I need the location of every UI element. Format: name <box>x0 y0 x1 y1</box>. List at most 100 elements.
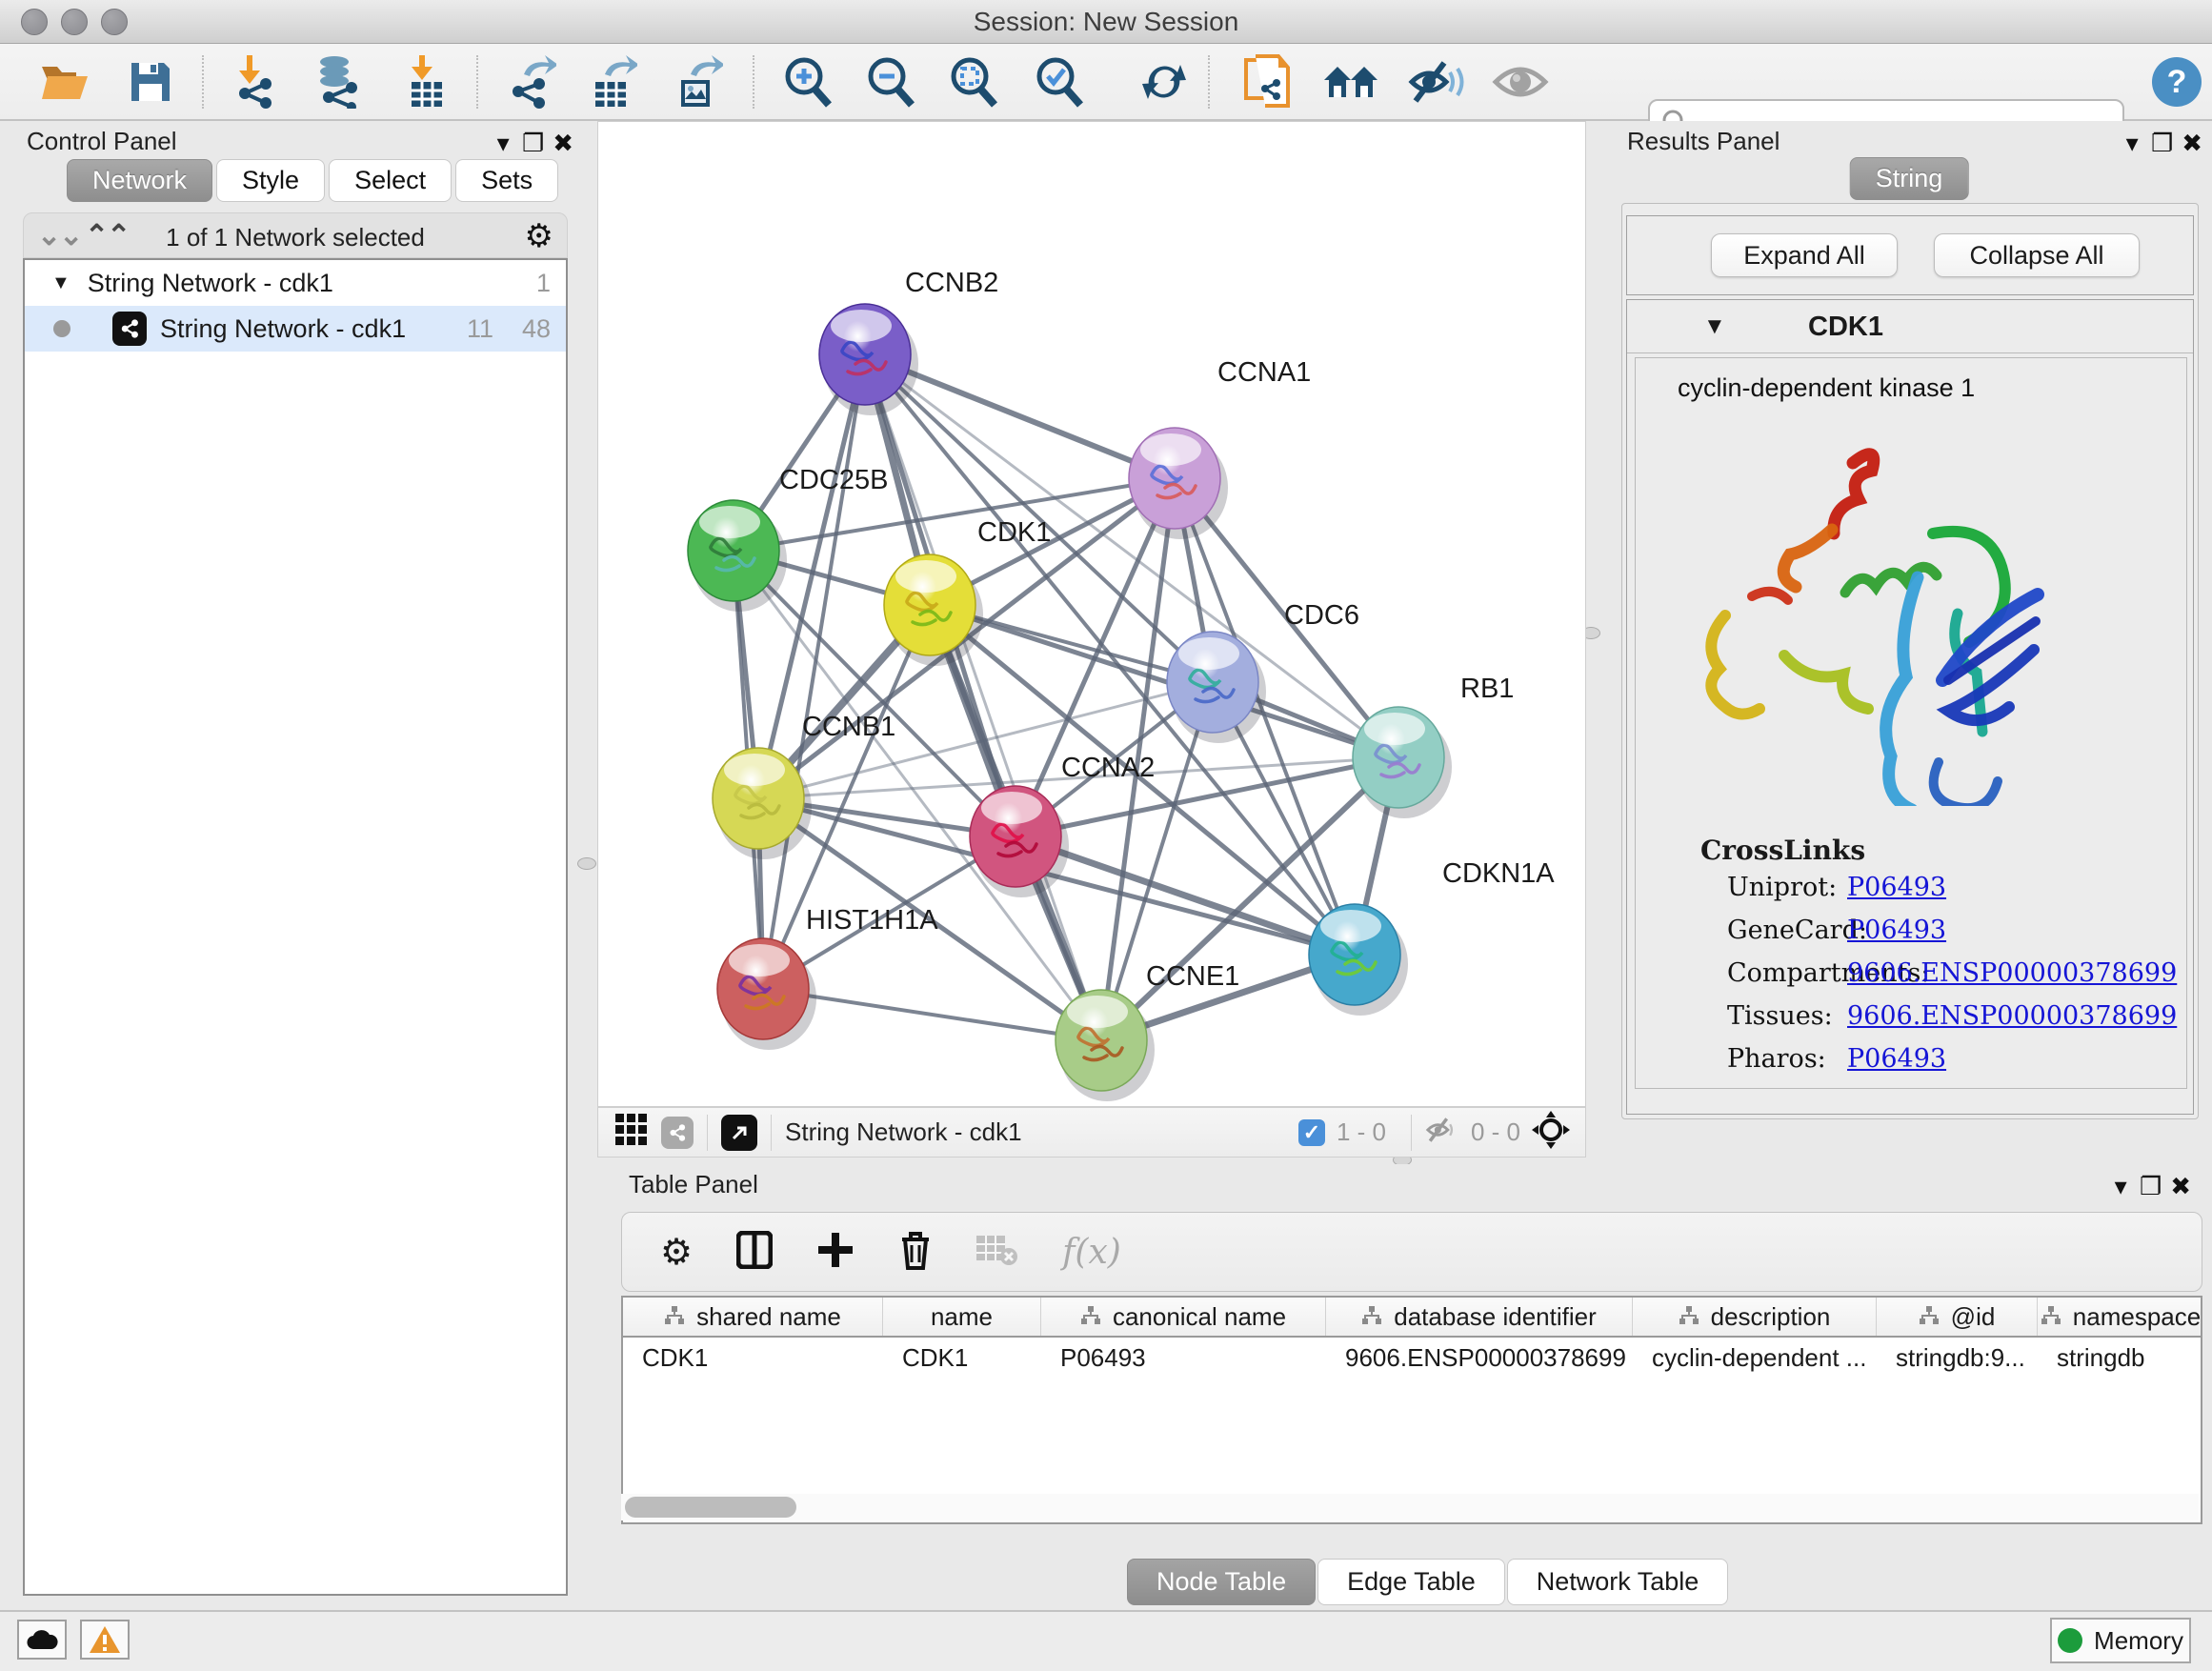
crosslink-link[interactable]: P06493 <box>1847 916 1946 945</box>
edge-CCNB2-RB1[interactable] <box>865 354 1398 757</box>
table-row[interactable]: CDK1CDK1P064939606.ENSP00000378699cyclin… <box>623 1338 2201 1378</box>
node-CCNA2[interactable] <box>970 786 1069 897</box>
collapse-triangle-icon[interactable]: ▼ <box>1703 313 1726 340</box>
open-session-icon[interactable] <box>36 53 93 111</box>
panel-float-icon[interactable]: ❐ <box>2151 129 2173 157</box>
node-CCNA1[interactable] <box>1129 428 1228 539</box>
fit-selected-crosshair-icon[interactable] <box>1532 1111 1570 1154</box>
crosslink-link[interactable]: 9606.ENSP00000378699 <box>1847 958 2177 988</box>
table-cell[interactable]: cyclin-dependent ... <box>1633 1338 1877 1378</box>
import-table-icon[interactable] <box>398 53 455 111</box>
collapse-triangle-icon[interactable]: ▼ <box>51 272 70 294</box>
table-cell[interactable]: stringdb:9... <box>1877 1338 2038 1378</box>
zoom-in-icon[interactable] <box>779 53 836 111</box>
tab-node-table[interactable]: Node Table <box>1127 1559 1316 1605</box>
edge-CCNB2-CCNE1[interactable] <box>865 354 1101 1040</box>
column-header-shared-name[interactable]: shared name <box>623 1298 883 1336</box>
table-horizontal-scrollbar[interactable] <box>621 1494 2199 1520</box>
show-columns-icon[interactable] <box>736 1231 773 1274</box>
save-session-icon[interactable] <box>122 53 179 111</box>
column-type-icon <box>1361 1302 1382 1332</box>
tab-sets[interactable]: Sets <box>455 159 558 202</box>
collapse-all-button[interactable]: Collapse All <box>1934 233 2140 277</box>
node-CDKN1A[interactable] <box>1309 904 1408 1016</box>
network-options-gear-icon[interactable]: ⚙ <box>525 217 553 255</box>
node-count: 11 <box>467 314 493 344</box>
panel-float-icon[interactable]: ❐ <box>2140 1172 2162 1200</box>
column-header-namespace[interactable]: namespace <box>2038 1298 2202 1336</box>
import-network-icon[interactable] <box>229 53 286 111</box>
hide-selected-icon[interactable] <box>1408 53 1465 111</box>
node-CDC25B[interactable] <box>688 500 787 612</box>
panel-close-icon[interactable]: ✖ <box>2182 129 2202 157</box>
panel-float-icon[interactable]: ❐ <box>522 129 544 157</box>
table-options-gear-icon[interactable]: ⚙ <box>660 1231 693 1274</box>
cloud-tasks-button[interactable] <box>17 1620 67 1660</box>
birdseye-grid-icon[interactable] <box>615 1114 648 1151</box>
tab-edge-table[interactable]: Edge Table <box>1317 1559 1505 1605</box>
crosslink-link[interactable]: 9606.ENSP00000378699 <box>1847 1001 2177 1031</box>
table-cell[interactable]: CDK1 <box>883 1338 1041 1378</box>
node-CDK1[interactable] <box>884 554 983 666</box>
table-cell[interactable]: 9606.ENSP00000378699 <box>1326 1338 1633 1378</box>
panel-close-icon[interactable]: ✖ <box>2170 1172 2191 1200</box>
column-header-description[interactable]: description <box>1633 1298 1877 1336</box>
table-cell[interactable]: CDK1 <box>623 1338 883 1378</box>
node-RB1[interactable] <box>1353 707 1452 818</box>
delete-column-icon[interactable] <box>898 1230 933 1275</box>
expand-all-button[interactable]: Expand All <box>1711 233 1898 277</box>
zoom-selected-icon[interactable] <box>1031 53 1088 111</box>
tab-network-table[interactable]: Network Table <box>1507 1559 1729 1605</box>
refresh-icon[interactable] <box>1136 53 1193 111</box>
open-external-icon[interactable] <box>721 1115 757 1151</box>
table-cell[interactable]: P06493 <box>1041 1338 1326 1378</box>
protein-section-header[interactable]: ▼ CDK1 <box>1627 300 2193 353</box>
zoom-out-icon[interactable] <box>862 53 919 111</box>
network-view-canvas[interactable]: CCNB2CCNA1CDC25BCDK1CDC6RB1CCNB1CCNA2CDK… <box>597 121 1586 1107</box>
column-type-icon <box>1919 1302 1940 1332</box>
hidden-eye-icon[interactable] <box>1425 1117 1459 1148</box>
panel-menu-icon[interactable]: ▾ <box>497 129 510 157</box>
toolbar-separator <box>476 55 478 109</box>
import-network-database-icon[interactable] <box>310 53 367 111</box>
column-header-database-identifier[interactable]: database identifier <box>1326 1298 1633 1336</box>
table-tabs: Node TableEdge TableNetwork Table <box>1127 1559 1730 1605</box>
help-icon[interactable]: ? <box>2148 53 2205 111</box>
table-cell[interactable]: stringdb <box>2038 1338 2202 1378</box>
export-image-icon[interactable] <box>670 53 727 111</box>
column-header-name[interactable]: name <box>883 1298 1041 1336</box>
create-column-icon[interactable] <box>816 1231 855 1274</box>
network-row[interactable]: String Network - cdk1 11 48 <box>25 306 566 352</box>
crosslink-link[interactable]: P06493 <box>1847 873 1946 902</box>
tab-network[interactable]: Network <box>67 159 212 202</box>
zoom-fit-icon[interactable] <box>945 53 1002 111</box>
edge-CCNB2-HIST1H1A[interactable] <box>763 354 865 989</box>
network-status-dot <box>53 320 70 337</box>
node-CDC6[interactable] <box>1167 632 1266 743</box>
network-collection-row[interactable]: ▼ String Network - cdk1 1 <box>25 260 566 306</box>
toolbar-separator <box>1208 55 1210 109</box>
tab-string[interactable]: String <box>1850 157 1969 200</box>
node-HIST1H1A[interactable] <box>717 938 816 1050</box>
tab-style[interactable]: Style <box>216 159 325 202</box>
crosslink-link[interactable]: P06493 <box>1847 1044 1946 1074</box>
selected-checkbox-icon[interactable]: ✓ <box>1298 1119 1325 1146</box>
node-CCNB1[interactable] <box>713 748 812 859</box>
node-table[interactable]: shared namenamecanonical namedatabase id… <box>621 1296 2202 1524</box>
export-network-icon[interactable] <box>503 53 560 111</box>
tab-select[interactable]: Select <box>329 159 452 202</box>
panel-menu-icon[interactable]: ▾ <box>2126 129 2139 157</box>
share-document-icon[interactable] <box>1238 53 1296 111</box>
scrollbar-thumb[interactable] <box>625 1497 796 1518</box>
left-splitter-handle[interactable] <box>577 857 596 870</box>
warnings-button[interactable] <box>80 1620 130 1660</box>
export-table-icon[interactable] <box>584 53 641 111</box>
column-header-@id[interactable]: @id <box>1877 1298 2038 1336</box>
panel-menu-icon[interactable]: ▾ <box>2115 1172 2127 1200</box>
panel-close-icon[interactable]: ✖ <box>553 129 573 157</box>
column-header-canonical-name[interactable]: canonical name <box>1041 1298 1326 1336</box>
memory-button[interactable]: Memory <box>2050 1618 2191 1663</box>
network-list: ▼ String Network - cdk1 1 String Network… <box>23 258 568 1596</box>
show-all-icon[interactable] <box>1492 53 1549 111</box>
string-home-icon[interactable] <box>1322 53 1379 111</box>
